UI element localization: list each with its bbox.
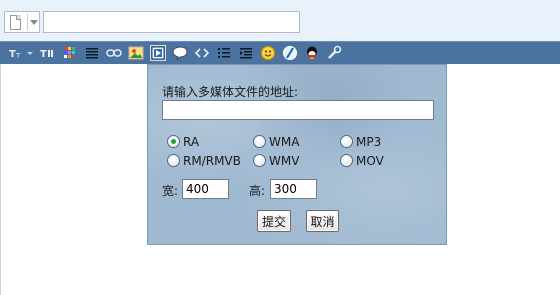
radio-ra[interactable] <box>167 135 180 148</box>
radio-mov[interactable] <box>340 154 353 167</box>
svg-text:T: T <box>9 49 16 60</box>
height-label: 高: <box>249 184 266 198</box>
title-input[interactable] <box>43 11 300 33</box>
comment-icon[interactable] <box>172 45 188 61</box>
qq-icon[interactable] <box>304 45 320 61</box>
tools-icon[interactable] <box>326 45 342 61</box>
media-dialog: 请输入多媒体文件的地址: RA WMA MP3 RM/RMVB WMV MOV … <box>147 64 447 245</box>
radio-rmvb[interactable] <box>167 154 180 167</box>
top-bar <box>0 0 560 41</box>
emoticon-icon[interactable] <box>260 45 276 61</box>
document-icon <box>10 15 21 30</box>
svg-text:T: T <box>15 52 21 60</box>
dropdown-divider <box>27 14 28 30</box>
format-label-ra: RA <box>183 135 200 149</box>
svg-text:T: T <box>40 49 47 60</box>
cancel-button[interactable]: 取消 <box>306 210 339 232</box>
link-icon[interactable] <box>106 45 122 61</box>
indent-icon[interactable] <box>238 45 254 61</box>
media-url-label: 请输入多媒体文件的地址: <box>162 85 299 99</box>
height-input[interactable] <box>270 179 317 199</box>
font-size-icon[interactable]: TT <box>8 45 24 61</box>
code-icon[interactable] <box>194 45 210 61</box>
format-label-mp3: MP3 <box>356 135 382 149</box>
media-url-input[interactable] <box>162 100 434 120</box>
document-type-dropdown[interactable] <box>4 11 40 33</box>
chevron-down-icon[interactable] <box>30 20 38 25</box>
editor-left-border <box>0 64 1 295</box>
format-label-wma: WMA <box>269 135 300 149</box>
submit-button[interactable]: 提交 <box>257 210 291 232</box>
width-label: 宽: <box>162 184 179 198</box>
radio-wma[interactable] <box>253 135 266 148</box>
media-icon[interactable] <box>150 45 166 61</box>
flash-icon[interactable] <box>282 45 298 61</box>
font-family-icon[interactable]: T <box>40 45 56 61</box>
format-label-rmvb: RM/RMVB <box>183 154 241 168</box>
format-label-wmv: WMV <box>269 154 300 168</box>
justify-icon[interactable] <box>84 45 100 61</box>
width-input[interactable] <box>182 179 229 199</box>
radio-mp3[interactable] <box>340 135 353 148</box>
color-grid-icon[interactable] <box>62 45 78 61</box>
format-label-mov: MOV <box>356 154 384 168</box>
editor-toolbar: TT T <box>0 41 560 64</box>
image-icon[interactable] <box>128 45 144 61</box>
radio-wmv[interactable] <box>253 154 266 167</box>
list-icon[interactable] <box>216 45 232 61</box>
